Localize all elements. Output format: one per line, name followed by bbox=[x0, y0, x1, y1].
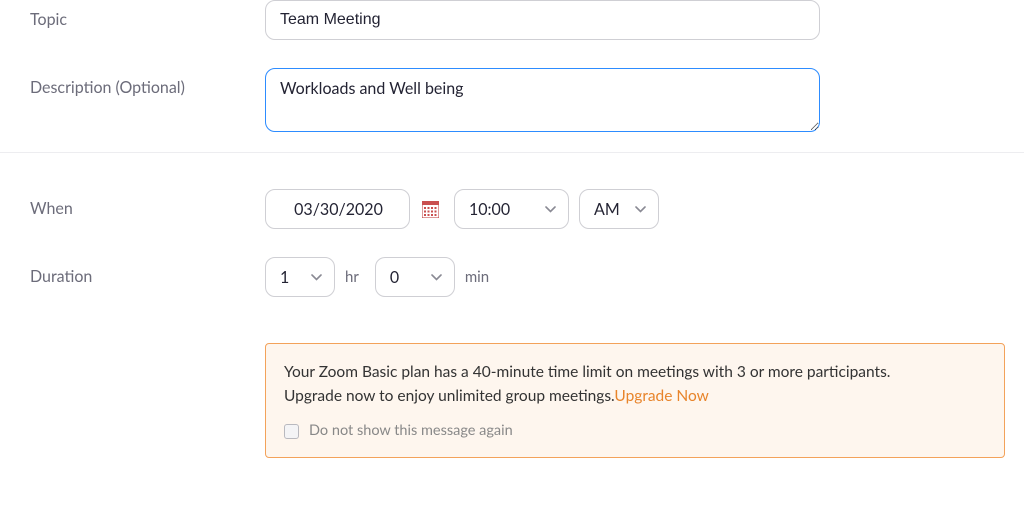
description-control: Workloads and Well being bbox=[265, 68, 1014, 132]
duration-min-value: 0 bbox=[390, 268, 399, 287]
schedule-meeting-form: Topic Description (Optional) Workloads a… bbox=[0, 0, 1024, 472]
calendar-icon[interactable] bbox=[418, 197, 442, 221]
date-input[interactable]: 03/30/2020 bbox=[265, 189, 410, 229]
when-label: When bbox=[30, 189, 265, 218]
section-divider bbox=[0, 152, 1024, 153]
topic-control bbox=[265, 0, 1014, 40]
description-input[interactable]: Workloads and Well being bbox=[265, 68, 820, 132]
ampm-value: AM bbox=[594, 200, 620, 219]
duration-row: Duration 1 hr 0 min Your Zoom Basic plan… bbox=[0, 243, 1024, 472]
duration-label: Duration bbox=[30, 257, 265, 286]
min-unit: min bbox=[465, 268, 489, 286]
chevron-down-icon bbox=[635, 206, 646, 213]
notice-line2-prefix: Upgrade now to enjoy unlimited group mee… bbox=[284, 387, 614, 405]
chevron-down-icon bbox=[545, 206, 556, 213]
chevron-down-icon bbox=[311, 274, 322, 281]
date-value: 03/30/2020 bbox=[294, 200, 383, 219]
hide-message-checkbox[interactable] bbox=[284, 424, 299, 439]
description-row: Description (Optional) Workloads and Wel… bbox=[0, 54, 1024, 146]
time-value: 10:00 bbox=[469, 200, 510, 219]
when-row: When 03/30/2020 10:00 bbox=[0, 175, 1024, 243]
notice-hide-row: Do not show this message again bbox=[284, 420, 986, 442]
hr-unit: hr bbox=[345, 268, 359, 286]
chevron-down-icon bbox=[431, 274, 442, 281]
time-select[interactable]: 10:00 bbox=[454, 189, 569, 229]
when-control: 03/30/2020 10:00 AM bbox=[265, 189, 1014, 229]
upgrade-now-link[interactable]: Upgrade Now bbox=[614, 387, 708, 405]
ampm-select[interactable]: AM bbox=[579, 189, 659, 229]
duration-hr-select[interactable]: 1 bbox=[265, 257, 335, 297]
topic-input[interactable] bbox=[265, 0, 820, 40]
description-label: Description (Optional) bbox=[30, 68, 265, 97]
upgrade-notice: Your Zoom Basic plan has a 40-minute tim… bbox=[265, 343, 1005, 458]
duration-control: 1 hr 0 min Your Zoom Basic plan has a 40… bbox=[265, 257, 1014, 458]
topic-label: Topic bbox=[30, 0, 265, 29]
duration-min-select[interactable]: 0 bbox=[375, 257, 455, 297]
hide-message-label: Do not show this message again bbox=[309, 420, 513, 442]
duration-hr-value: 1 bbox=[280, 268, 289, 287]
topic-row: Topic bbox=[0, 0, 1024, 54]
notice-line1: Your Zoom Basic plan has a 40-minute tim… bbox=[284, 363, 890, 381]
